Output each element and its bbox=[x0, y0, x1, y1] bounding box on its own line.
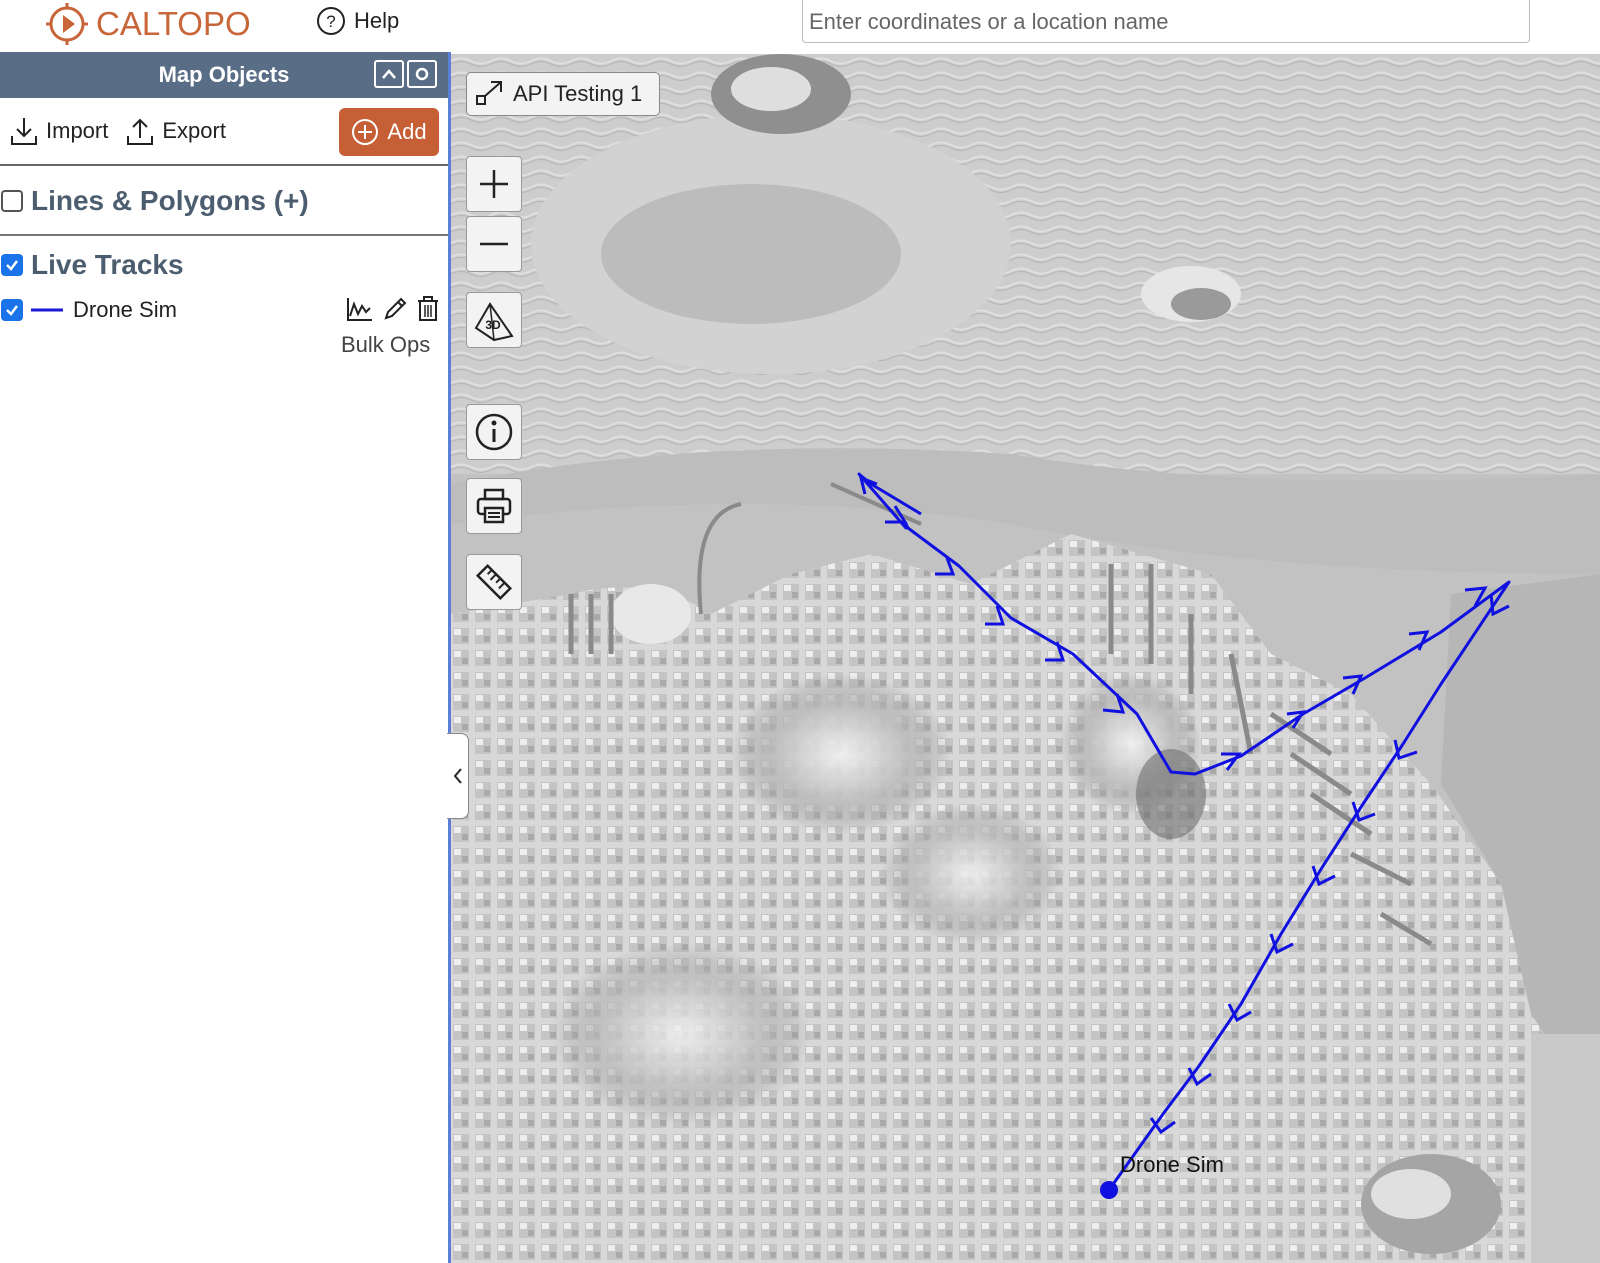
help-label: Help bbox=[354, 8, 400, 33]
upload-icon bbox=[127, 118, 154, 145]
collapse-up-button[interactable] bbox=[374, 60, 404, 88]
measure-button[interactable] bbox=[466, 554, 522, 610]
add-button[interactable]: Add bbox=[339, 108, 439, 156]
track-line-swatch-icon bbox=[31, 308, 63, 312]
maximize-button[interactable] bbox=[407, 60, 437, 88]
map-canvas[interactable] bbox=[451, 54, 1600, 1263]
open-external-icon bbox=[476, 81, 502, 105]
lines-polygons-checkbox[interactable] bbox=[1, 190, 23, 212]
circle-icon bbox=[415, 67, 429, 81]
zoom-in-button[interactable] bbox=[466, 156, 522, 212]
lines-polygons-section: Lines & Polygons (+) bbox=[0, 166, 448, 234]
ruler-icon bbox=[475, 563, 513, 601]
add-label: Add bbox=[387, 119, 427, 144]
caltopo-logo[interactable]: CALTOPO bbox=[44, 0, 251, 48]
checkmark-icon bbox=[6, 305, 18, 316]
shaded-relief-map[interactable] bbox=[451, 54, 1600, 1263]
elevation-profile-icon[interactable] bbox=[346, 296, 374, 322]
download-icon bbox=[11, 118, 37, 145]
panel-header: Map Objects bbox=[0, 52, 448, 98]
info-icon bbox=[475, 413, 513, 451]
drone-sim-map-label: Drone Sim bbox=[1120, 1152, 1224, 1177]
live-tracks-section: Live Tracks Drone Sim Bulk Ops bbox=[0, 240, 448, 370]
location-search-input[interactable] bbox=[802, 0, 1530, 43]
print-button[interactable] bbox=[466, 478, 522, 534]
zoom-out-button[interactable] bbox=[466, 216, 522, 272]
chevron-left-icon bbox=[453, 768, 462, 784]
print-icon bbox=[476, 488, 512, 524]
help-icon: ? bbox=[317, 7, 345, 35]
section-divider bbox=[0, 234, 448, 236]
sidebar-collapse-tab[interactable] bbox=[447, 733, 469, 819]
svg-text:?: ? bbox=[326, 12, 335, 31]
3d-view-button[interactable]: 3D bbox=[466, 292, 522, 348]
edit-pencil-icon[interactable] bbox=[382, 296, 408, 322]
zoom-in-icon bbox=[480, 170, 508, 198]
panel-title: Map Objects bbox=[158, 62, 290, 87]
trash-icon[interactable] bbox=[416, 296, 440, 322]
live-tracks-title[interactable]: Live Tracks bbox=[31, 249, 184, 281]
checkmark-icon bbox=[6, 260, 18, 271]
help-link[interactable]: ? Help bbox=[316, 6, 399, 36]
sidebar-toolbar: Import Export Add bbox=[0, 98, 448, 166]
lines-polygons-title[interactable]: Lines & Polygons (+) bbox=[31, 185, 309, 217]
track-label: Drone Sim bbox=[73, 297, 177, 322]
bulk-ops-link[interactable]: Bulk Ops bbox=[341, 332, 430, 358]
zoom-out-icon bbox=[480, 242, 508, 246]
export-label: Export bbox=[162, 118, 226, 143]
export-button[interactable]: Export bbox=[126, 116, 226, 146]
svg-text:3D: 3D bbox=[485, 318, 501, 332]
track-actions bbox=[346, 296, 440, 322]
plus-circle-icon bbox=[352, 119, 379, 145]
live-tracks-checkbox[interactable] bbox=[1, 254, 23, 276]
compass-logo-icon bbox=[46, 3, 88, 45]
3d-icon: 3D bbox=[474, 302, 514, 342]
logo-text: CALTOPO bbox=[96, 5, 251, 42]
map-title: API Testing 1 bbox=[513, 81, 643, 106]
track-row-drone-sim[interactable]: Drone Sim bbox=[0, 290, 448, 330]
import-button[interactable]: Import bbox=[10, 116, 108, 146]
info-button[interactable] bbox=[466, 404, 522, 460]
import-label: Import bbox=[46, 118, 109, 143]
map-objects-sidebar: Map Objects Import Export Add Lines & Po… bbox=[0, 52, 448, 1263]
map-title-tab[interactable]: API Testing 1 bbox=[466, 72, 660, 116]
drone-sim-checkbox[interactable] bbox=[1, 299, 23, 321]
top-bar: CALTOPO ? Help bbox=[0, 0, 1600, 52]
chevron-up-icon bbox=[382, 69, 396, 79]
